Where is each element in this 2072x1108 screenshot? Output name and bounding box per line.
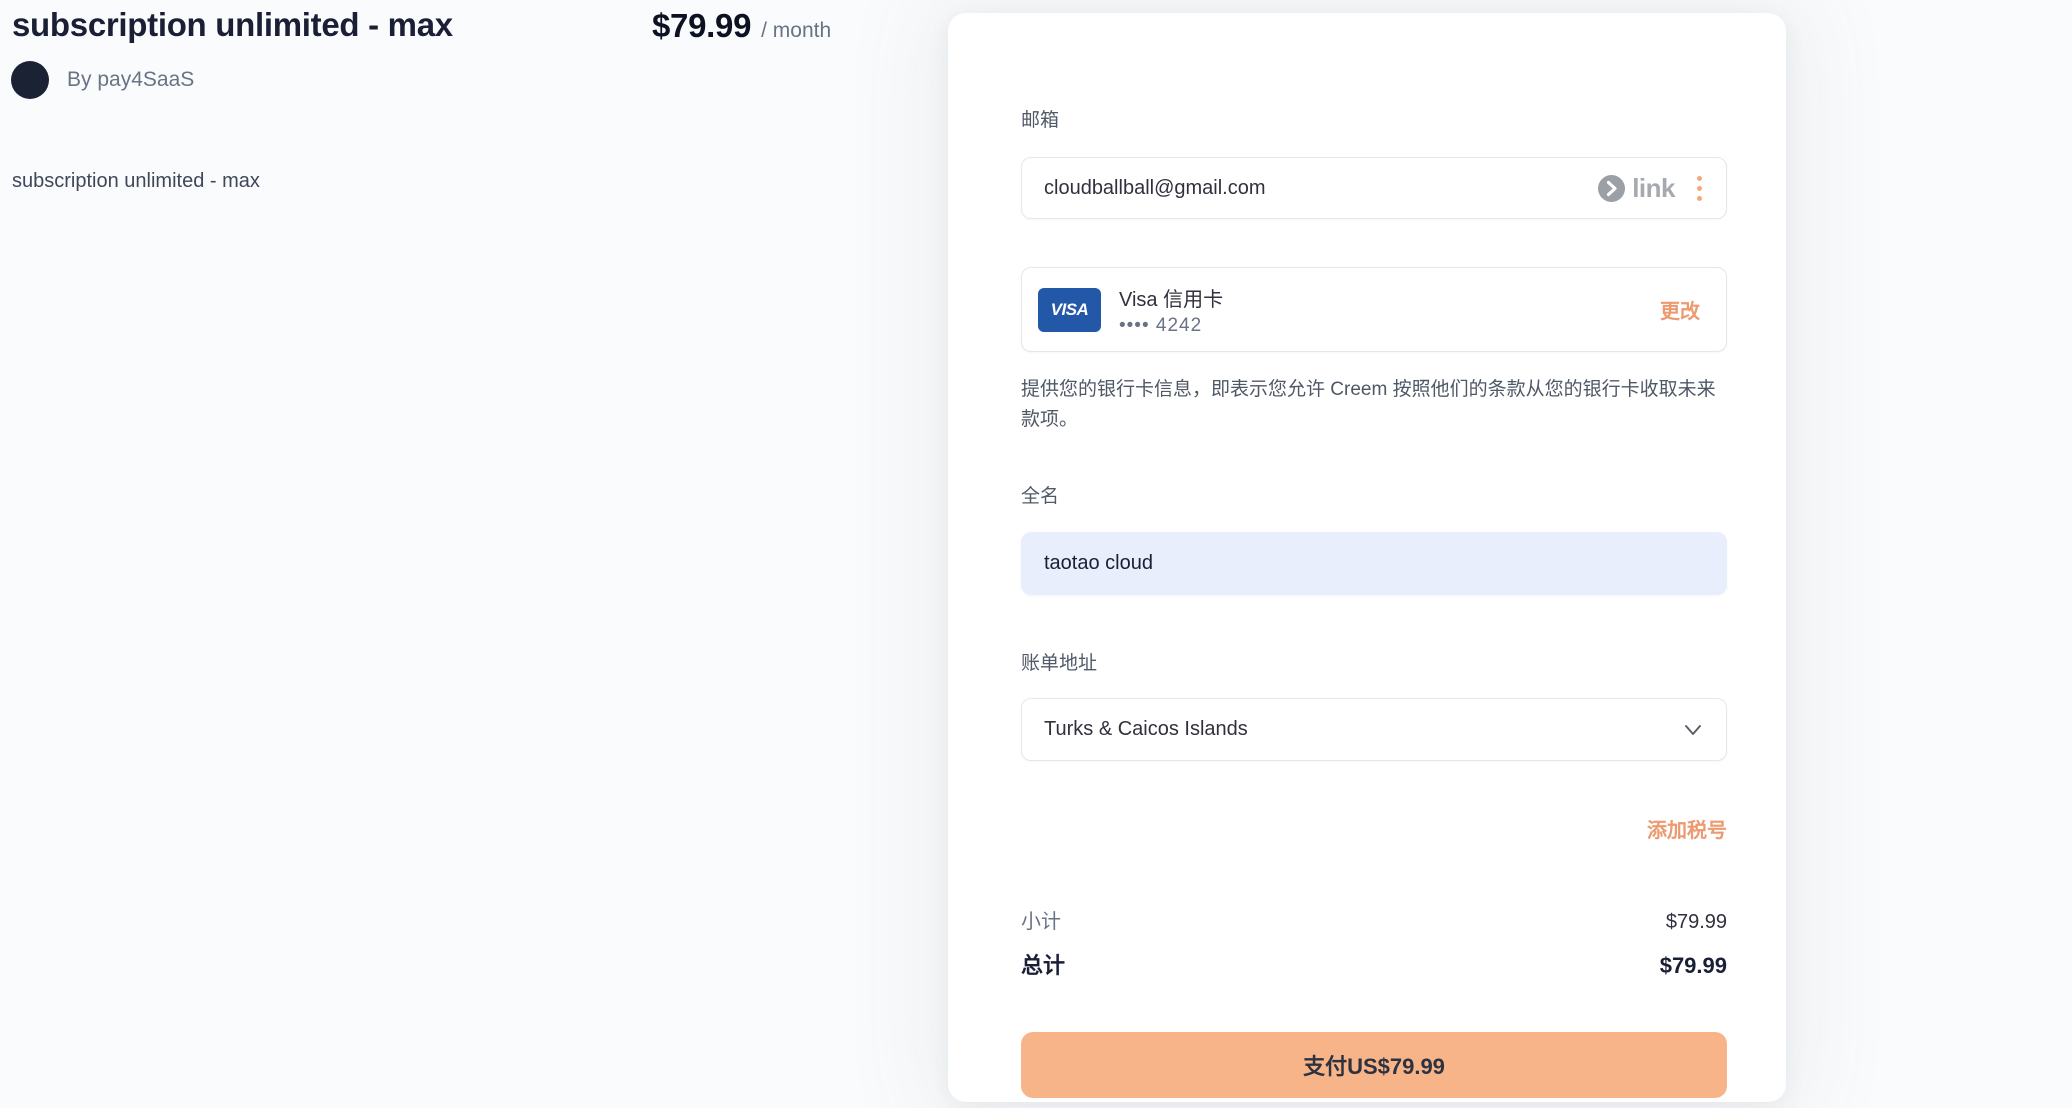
country-select-value: Turks & Caicos Islands: [1044, 718, 1248, 741]
checkout-form: 邮箱 link VISA Visa 信用卡 •••• 4242 更改: [1021, 13, 1727, 1102]
payment-method-box: VISA Visa 信用卡 •••• 4242 更改: [1021, 267, 1727, 352]
product-description: subscription unlimited - max: [12, 170, 260, 193]
merchant-row: By pay4SaaS: [11, 61, 194, 99]
email-input[interactable]: [1044, 177, 1598, 200]
merchant-name: By pay4SaaS: [67, 68, 194, 92]
price-amount: $79.99: [652, 7, 751, 45]
link-pay-badge[interactable]: link: [1598, 173, 1675, 204]
change-payment-method-button[interactable]: 更改: [1660, 295, 1700, 324]
name-label: 全名: [1021, 481, 1059, 508]
checkout-card: 邮箱 link VISA Visa 信用卡 •••• 4242 更改: [948, 13, 1786, 1102]
product-title: subscription unlimited - max: [12, 6, 453, 44]
subtotal-row: 小计 $79.99: [1021, 905, 1727, 934]
country-select[interactable]: Turks & Caicos Islands: [1021, 698, 1727, 761]
pay-button[interactable]: 支付US$79.99: [1021, 1032, 1727, 1098]
subtotal-label: 小计: [1021, 905, 1061, 934]
full-name-input[interactable]: [1044, 552, 1704, 575]
card-terms-text: 提供您的银行卡信息，即表示您允许 Creem 按照他们的条款从您的银行卡收取未来…: [1021, 375, 1727, 435]
chevron-down-icon: [1684, 724, 1702, 736]
price-interval: / month: [761, 19, 831, 43]
payment-method-info: Visa 信用卡 •••• 4242: [1119, 283, 1223, 337]
link-options-menu-icon[interactable]: [1691, 172, 1708, 205]
email-label: 邮箱: [1021, 105, 1059, 132]
total-label: 总计: [1021, 948, 1065, 980]
payment-method-title: Visa 信用卡: [1119, 283, 1223, 312]
link-wordmark: link: [1632, 173, 1675, 204]
total-row: 总计 $79.99: [1021, 948, 1727, 980]
payment-method-last4: •••• 4242: [1119, 315, 1223, 337]
visa-logo-icon: VISA: [1038, 288, 1101, 332]
name-field-container: [1021, 532, 1727, 595]
billing-address-label: 账单地址: [1021, 648, 1097, 675]
total-value: $79.99: [1660, 953, 1727, 979]
subtotal-value: $79.99: [1666, 911, 1727, 934]
add-tax-id-link[interactable]: 添加税号: [1647, 814, 1727, 843]
link-logo-icon: [1598, 175, 1625, 202]
price: $79.99 / month: [652, 7, 831, 45]
merchant-avatar: [11, 61, 49, 99]
email-field-container: link: [1021, 157, 1727, 219]
